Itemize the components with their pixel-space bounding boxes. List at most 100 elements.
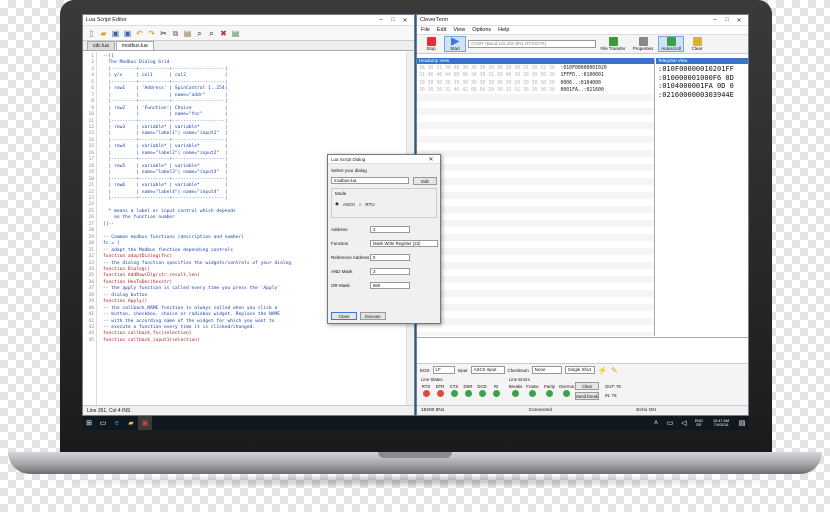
edit-button[interactable]: Edit bbox=[413, 177, 437, 185]
port-combo[interactable]: COM7 (Baud:115,200 8N1 RTS/DTR) bbox=[468, 40, 596, 48]
language-indicator[interactable]: ENG DE bbox=[691, 419, 707, 428]
clock[interactable]: 10:47 AM 7/4/2016 bbox=[707, 419, 735, 428]
lua-editor-titlebar: Lua Script Editor – □ ✕ bbox=[83, 15, 414, 26]
save-icon[interactable]: ▣ bbox=[111, 29, 120, 38]
hexdump-row: 30 30 30 36 30 30 30 30 30 30 30 30 30 3… bbox=[419, 80, 652, 87]
hexdump-view[interactable]: Hexdump View 3A 30 31 30 46 30 30 30 30 … bbox=[417, 58, 655, 336]
radio-ascii-icon[interactable]: ◉ bbox=[335, 201, 339, 207]
send-break-button[interactable]: Send break bbox=[575, 392, 599, 400]
notifications-icon[interactable]: ▤ bbox=[735, 416, 749, 430]
start-windows-icon[interactable]: ⊞ bbox=[82, 416, 96, 430]
out-counter: OUT: 78 bbox=[605, 384, 621, 389]
paste-icon[interactable]: ▤ bbox=[183, 29, 192, 38]
address-spin[interactable]: 2 bbox=[370, 226, 410, 233]
menu-help[interactable]: Help bbox=[498, 27, 509, 33]
close-icon[interactable]: ✕ bbox=[733, 17, 745, 24]
tab-cdc[interactable]: cdc.lua bbox=[87, 41, 115, 50]
or-mask-spin[interactable]: 660 bbox=[370, 282, 410, 289]
task-view-icon[interactable]: ▭ bbox=[96, 416, 110, 430]
copy-icon[interactable]: ⧉ bbox=[171, 29, 180, 38]
hex-ascii: 0001FA..:021600 bbox=[560, 88, 604, 94]
cleverterm-taskbar-icon[interactable]: ▣ bbox=[138, 416, 152, 430]
screen: Lua Script Editor – □ ✕ ▯ ▰ ▣ ▣ ↶ ↷ ✂ ⧉ … bbox=[82, 14, 749, 430]
open-folder-icon[interactable]: ▰ bbox=[99, 29, 108, 38]
hexdump-empty-area bbox=[417, 94, 654, 336]
start-button[interactable]: Start bbox=[444, 36, 466, 52]
edge-icon[interactable]: e bbox=[110, 416, 124, 430]
reference-address-spin[interactable]: 0 bbox=[370, 254, 410, 261]
menu-bar: File Edit View Options Help bbox=[417, 26, 748, 35]
line-state-dsr: DSR bbox=[463, 384, 473, 397]
led-icon bbox=[450, 390, 458, 397]
radio-ascii-label: ASCII bbox=[342, 201, 355, 207]
line-number: 45 bbox=[88, 337, 94, 343]
volume-icon[interactable]: ◁ bbox=[677, 416, 691, 430]
led-icon bbox=[529, 390, 536, 397]
line-state-label: RTS bbox=[421, 384, 431, 389]
telegram-row[interactable]: :010000001000F6 0D bbox=[658, 74, 747, 83]
cut-icon[interactable]: ✂ bbox=[159, 29, 168, 38]
close-icon[interactable]: ✕ bbox=[425, 156, 437, 163]
close-icon[interactable]: ✕ bbox=[399, 17, 411, 24]
line-error-frame: Frame bbox=[526, 384, 539, 397]
function-label: Function bbox=[331, 241, 349, 246]
minimize-icon[interactable]: – bbox=[709, 17, 721, 23]
telegram-view[interactable]: Telegram View :010F00000010201FF:0100000… bbox=[656, 58, 748, 336]
function-select[interactable]: Mask Write Register (22) bbox=[370, 240, 438, 247]
dialog-titlebar: Lua Script Dialog ✕ bbox=[328, 155, 440, 164]
properties-button[interactable]: Properties bbox=[630, 37, 656, 51]
eos-select[interactable]: LF bbox=[432, 366, 455, 374]
select-dialog-label: Select your dialog bbox=[331, 168, 367, 173]
clear-button[interactable]: Clear bbox=[686, 37, 708, 51]
undo-icon[interactable]: ↶ bbox=[135, 29, 144, 38]
input-select[interactable]: ASCII Input bbox=[470, 366, 505, 374]
maximize-icon[interactable]: □ bbox=[721, 17, 733, 23]
autoscroll-button[interactable]: Autoscroll bbox=[658, 36, 684, 52]
menu-file[interactable]: File bbox=[421, 27, 430, 33]
line-state-label: DSR bbox=[463, 384, 473, 389]
led-icon bbox=[422, 390, 430, 397]
laptop-base bbox=[8, 452, 822, 474]
send-icon[interactable]: ✎ bbox=[610, 366, 619, 375]
hex-ascii: :010F00000001020 bbox=[560, 66, 607, 71]
redo-icon[interactable]: ↷ bbox=[147, 29, 156, 38]
network-icon[interactable]: ▭ bbox=[663, 416, 677, 430]
telegram-lines[interactable]: :010F00000010201FF:010000001000F6 0D:010… bbox=[656, 64, 748, 100]
menu-options[interactable]: Options bbox=[472, 27, 491, 33]
close-button[interactable]: Close bbox=[331, 312, 357, 320]
lightning-icon[interactable]: ⚡ bbox=[598, 366, 608, 375]
cleverterm-titlebar: CleverTerm – □ ✕ bbox=[417, 15, 748, 26]
document-icon[interactable]: ▤ bbox=[231, 29, 240, 38]
send-mode-select[interactable]: Single Shot bbox=[564, 366, 595, 374]
input-pane[interactable] bbox=[417, 337, 748, 363]
menu-view[interactable]: View bbox=[453, 27, 465, 33]
save-all-icon[interactable]: ▣ bbox=[123, 29, 132, 38]
run-icon[interactable]: ✖ bbox=[219, 29, 228, 38]
replace-icon[interactable]: ⌕ bbox=[207, 29, 216, 38]
telegram-row[interactable]: :0104000001FA 0D 0 bbox=[658, 82, 747, 91]
radio-rtu-icon[interactable]: ○ bbox=[359, 202, 362, 207]
find-icon[interactable]: ⌕ bbox=[195, 29, 204, 38]
tab-modbus[interactable]: modbus.lua bbox=[115, 41, 154, 50]
chevron-up-icon[interactable]: ˄ bbox=[649, 416, 663, 430]
status-echo: Echo ON bbox=[636, 408, 656, 413]
line-state-label: CTS bbox=[449, 384, 459, 389]
telegram-row[interactable]: :010F00000010201FF bbox=[658, 65, 747, 74]
clear-errors-button[interactable]: Clear errors bbox=[575, 382, 599, 396]
led-icon bbox=[492, 390, 500, 397]
telegram-row[interactable]: :0216000000303944E bbox=[658, 91, 747, 100]
line-number-gutter: 1 2 3 4 5 6 7 8 9 10 11 12 13 14 15 16 17 18 19 20 21 22 23 24 2… bbox=[83, 52, 97, 405]
stop-button[interactable]: Stop bbox=[420, 37, 442, 51]
file-transfer-button[interactable]: File Transfer bbox=[598, 37, 628, 51]
maximize-icon[interactable]: □ bbox=[387, 17, 399, 23]
led-icon bbox=[436, 390, 444, 397]
checksum-select[interactable]: None bbox=[531, 366, 562, 374]
minimize-icon[interactable]: – bbox=[375, 17, 387, 23]
menu-edit[interactable]: Edit bbox=[437, 27, 446, 33]
explorer-icon[interactable]: ▰ bbox=[124, 416, 138, 430]
and-mask-spin[interactable]: 3 bbox=[370, 268, 410, 275]
new-file-icon[interactable]: ▯ bbox=[87, 29, 96, 38]
dialog-select[interactable]: modbus.lua bbox=[331, 177, 409, 184]
execute-button[interactable]: Execute bbox=[360, 312, 386, 320]
led-icon bbox=[563, 390, 570, 397]
